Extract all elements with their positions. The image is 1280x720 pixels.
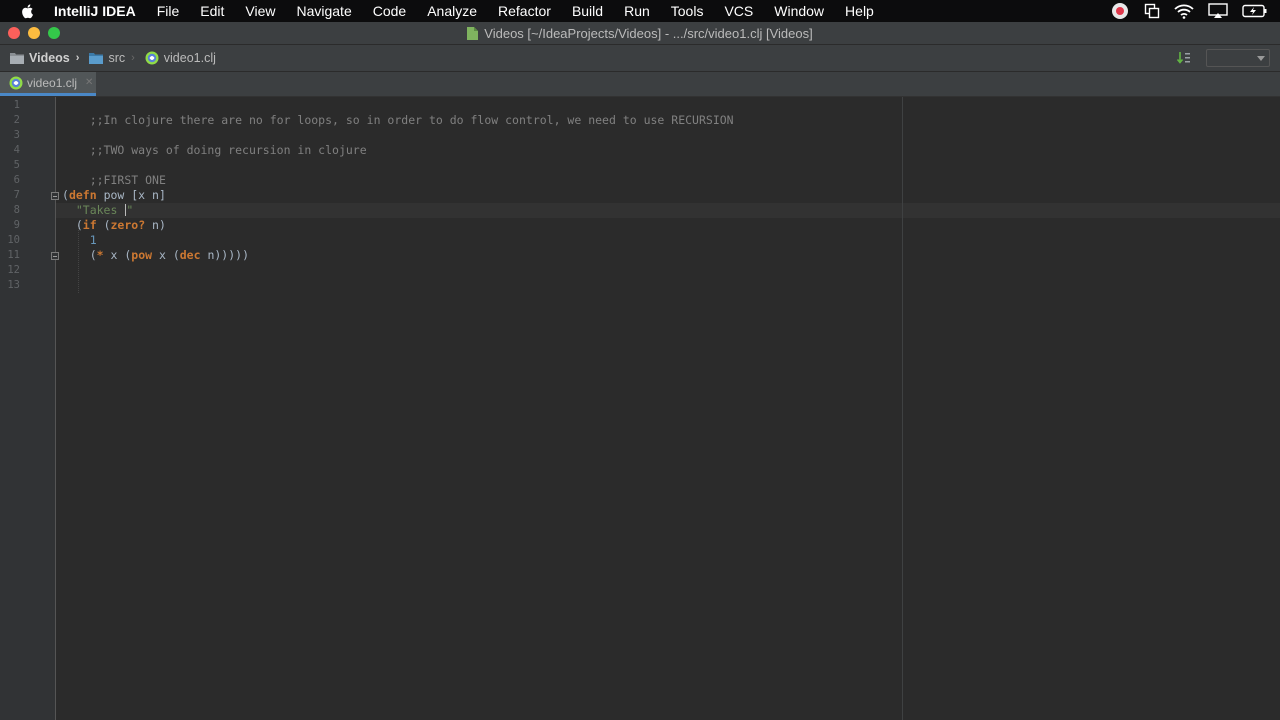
window-title-bar: Videos [~/IdeaProjects/Videos] - .../src… <box>0 22 1280 45</box>
fold-end-icon[interactable] <box>51 252 59 260</box>
tab-label: video1.clj <box>27 75 78 90</box>
keyword: * <box>96 248 104 262</box>
line-number: 3 <box>13 129 20 141</box>
menu-view[interactable]: View <box>245 3 275 19</box>
fold-start-icon[interactable] <box>51 192 59 200</box>
tab-video1-clj[interactable]: video1.clj ✕ <box>0 72 96 96</box>
breadcrumb-file[interactable]: video1.clj <box>145 51 216 65</box>
line-number: 11 <box>7 249 20 261</box>
code-text: n) <box>145 218 166 232</box>
code-text: ( <box>62 218 83 232</box>
code-text: ( <box>96 218 111 232</box>
keyword: pow <box>131 248 153 262</box>
caret-line-highlight <box>56 203 1280 218</box>
line-number: 6 <box>13 174 20 186</box>
menu-vcs[interactable]: VCS <box>724 3 753 19</box>
menu-file[interactable]: File <box>157 3 180 19</box>
comment-text: ;;In clojure there are no for loops, so … <box>89 113 734 127</box>
paren: ( <box>62 188 69 202</box>
code-text: ( <box>62 248 97 262</box>
navigation-bar: Videos › src › video1.clj <box>0 45 1280 72</box>
line-number: 12 <box>7 264 20 276</box>
wifi-icon[interactable] <box>1174 3 1194 19</box>
comment-text: ;;TWO ways of doing recursion in clojure <box>89 143 367 157</box>
breadcrumb-folder-label: src <box>108 51 126 65</box>
keyword: zero? <box>110 218 146 232</box>
menu-build[interactable]: Build <box>572 3 603 19</box>
run-configuration-dropdown[interactable] <box>1206 49 1270 67</box>
editor-gutter: 1 2 3 4 5 6 7 8 9 10 11 12 13 <box>0 97 56 720</box>
menu-app-name[interactable]: IntelliJ IDEA <box>54 3 136 19</box>
menu-window[interactable]: Window <box>774 3 824 19</box>
menu-navigate[interactable]: Navigate <box>296 3 351 19</box>
code-line-11: (* x (pow x (dec n))))) <box>62 248 249 263</box>
code-line-9: (if (zero? n) <box>62 218 166 233</box>
line-number: 4 <box>13 144 20 156</box>
code-line-7: (defn pow [x n] <box>62 188 166 203</box>
line-number: 8 <box>13 204 20 216</box>
line-number: 13 <box>7 279 20 291</box>
menu-code[interactable]: Code <box>373 3 406 19</box>
menu-run[interactable]: Run <box>624 3 650 19</box>
comment-text: ;;FIRST ONE <box>89 173 166 187</box>
line-number: 1 <box>13 99 20 111</box>
code-text: n))))) <box>200 248 249 262</box>
line-number: 10 <box>7 234 20 246</box>
menu-tools[interactable]: Tools <box>671 3 704 19</box>
breadcrumb-project-label: Videos <box>29 51 70 65</box>
code-text: x ( <box>103 248 132 262</box>
menu-analyze[interactable]: Analyze <box>427 3 477 19</box>
breadcrumb-folder[interactable]: src › <box>89 51 135 65</box>
menu-edit[interactable]: Edit <box>200 3 224 19</box>
airplay-icon[interactable] <box>1208 3 1228 19</box>
breadcrumb-file-label: video1.clj <box>163 51 216 65</box>
apple-icon[interactable] <box>20 3 36 19</box>
right-margin-guide <box>902 97 903 720</box>
menu-help[interactable]: Help <box>845 3 874 19</box>
menu-refactor[interactable]: Refactor <box>498 3 551 19</box>
line-number: 7 <box>13 189 20 201</box>
code-editor[interactable]: 1 2 3 4 5 6 7 8 9 10 11 12 13 ;;In cloju… <box>0 97 1280 720</box>
screen-recorder-icon[interactable] <box>1110 2 1130 20</box>
line-number: 2 <box>13 114 20 126</box>
clojure-file-icon <box>9 76 23 89</box>
code-text: x ( <box>152 248 180 262</box>
screen-mirror-icon[interactable] <box>1144 3 1160 19</box>
breadcrumb-separator: › <box>131 52 135 64</box>
string-literal: " <box>126 203 134 217</box>
breadcrumb-separator: › <box>75 52 80 64</box>
keyword: dec <box>179 248 201 262</box>
project-folder-icon <box>10 53 24 64</box>
number-literal: 1 <box>89 233 97 247</box>
line-number: 5 <box>13 159 20 171</box>
keyword: defn <box>68 188 97 202</box>
vcs-update-icon[interactable] <box>1176 50 1192 66</box>
breadcrumb-project[interactable]: Videos › <box>10 51 79 65</box>
code-line-10: 1 <box>62 233 97 248</box>
window-title: Videos [~/IdeaProjects/Videos] - .../src… <box>484 25 813 41</box>
clojure-file-icon <box>145 51 159 65</box>
code-text: pow [x n] <box>96 188 166 202</box>
file-icon <box>467 26 479 40</box>
tab-close-icon[interactable]: ✕ <box>85 77 93 88</box>
line-number: 9 <box>13 219 20 231</box>
source-folder-icon <box>89 53 104 64</box>
string-literal: "Takes <box>75 203 125 217</box>
battery-icon[interactable] <box>1242 4 1268 18</box>
status-tray <box>1110 0 1268 22</box>
editor-tab-bar: video1.clj ✕ <box>0 72 1280 97</box>
keyword: if <box>82 218 97 232</box>
code-line-8: "Takes " <box>62 203 133 218</box>
menu-bar: IntelliJ IDEA File Edit View Navigate Co… <box>0 0 1280 22</box>
